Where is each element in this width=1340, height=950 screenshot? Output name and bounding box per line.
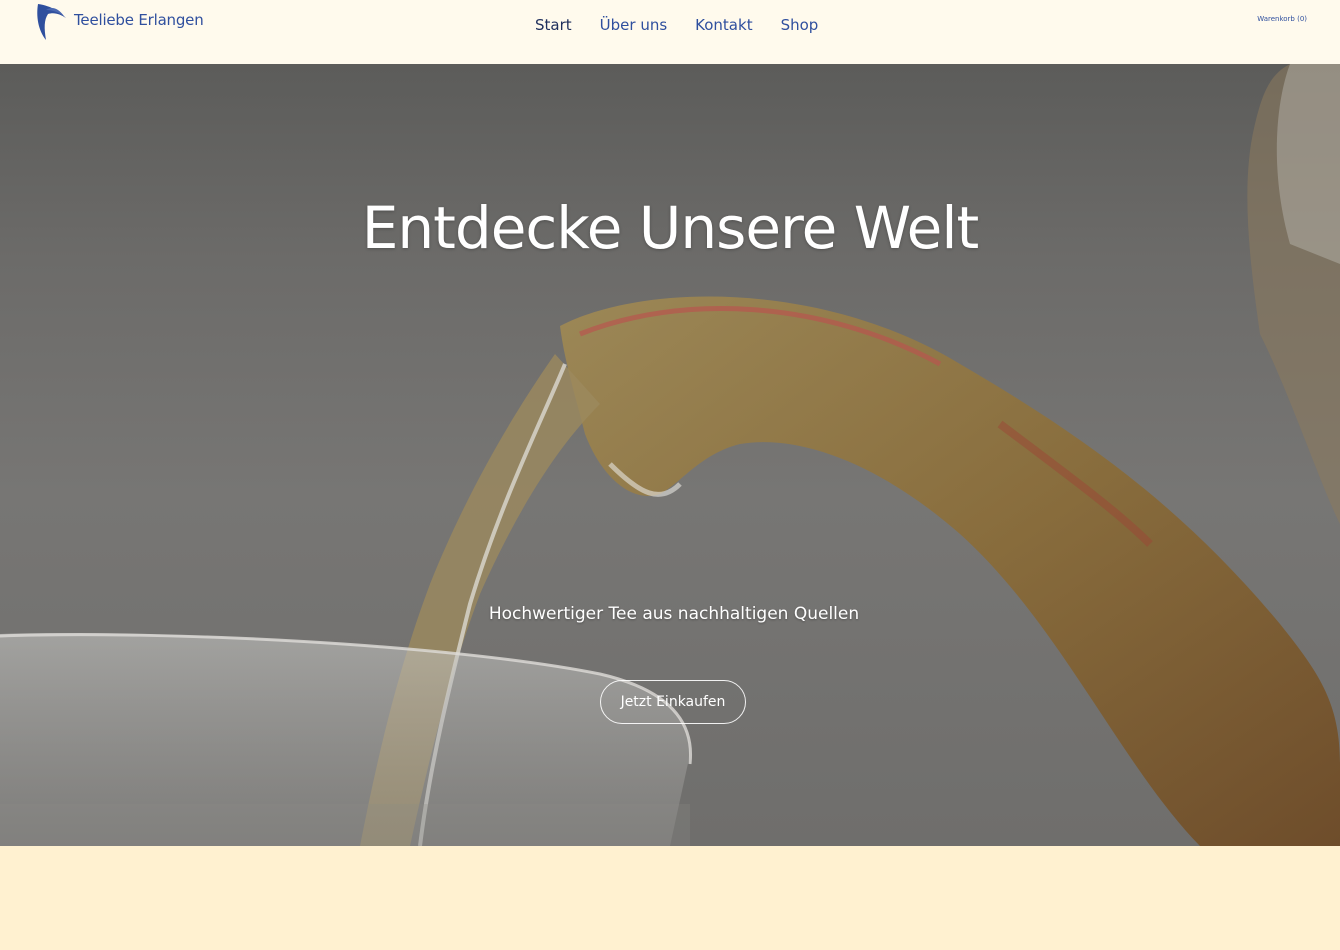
main-nav: Start Über uns Kontakt Shop <box>535 15 846 35</box>
hero-title: Entdecke Unsere Welt <box>361 194 979 262</box>
nav-start[interactable]: Start <box>535 15 572 35</box>
bird-logo-icon <box>37 4 66 40</box>
site-header: Teeliebe Erlangen Start Über uns Kontakt… <box>0 0 1340 64</box>
nav-ueber-uns[interactable]: Über uns <box>600 15 668 35</box>
hero-subtitle: Hochwertiger Tee aus nachhaltigen Quelle… <box>488 604 860 624</box>
nav-shop[interactable]: Shop <box>781 15 819 35</box>
shop-now-button[interactable]: Jetzt Einkaufen <box>600 680 746 724</box>
home-logo-link[interactable]: Teeliebe Erlangen <box>34 2 204 42</box>
teapot-pouring-image <box>0 64 1340 846</box>
brand-name: Teeliebe Erlangen <box>74 11 204 29</box>
cart-link[interactable]: Warenkorb (0) <box>1257 15 1307 23</box>
hero-section: Entdecke Unsere Welt Hochwertiger Tee au… <box>0 64 1340 846</box>
nav-kontakt[interactable]: Kontakt <box>695 15 752 35</box>
